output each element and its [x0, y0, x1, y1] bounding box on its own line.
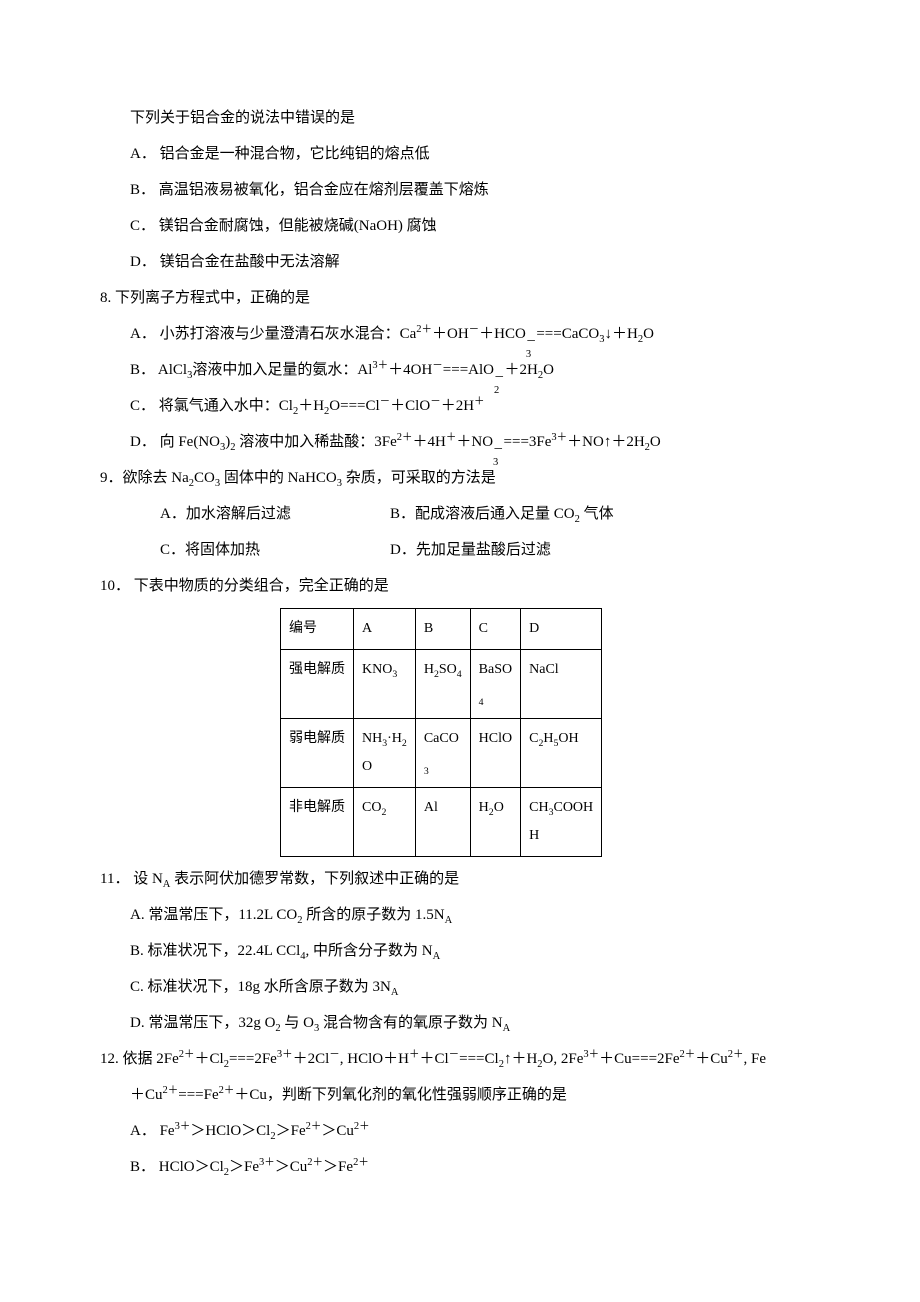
- q10-table: 编号 A B C D 强电解质 KNO3 H2SO4 BaSO4 NaCl 弱电…: [280, 608, 602, 857]
- q9-option-d: D．先加足量盐酸后过滤: [390, 532, 551, 568]
- table-cell: BaSO4: [470, 650, 520, 719]
- q7-stem: 下列关于铝合金的说法中错误的是: [100, 100, 840, 136]
- q7-option-b: B． 高温铝液易被氧化，铝合金应在熔剂层覆盖下熔炼: [100, 172, 840, 208]
- q11-option-b: B. 标准状况下，22.4L CCl4, 中所含分子数为 NA: [100, 933, 840, 969]
- table-cell: NH3·H2O: [354, 719, 416, 788]
- q8-option-a: A． 小苏打溶液与少量澄清石灰水混合：Ca2＋＋OH－＋HCO－3===CaCO…: [100, 316, 840, 352]
- q9-row2: C．将固体加热 D．先加足量盐酸后过滤: [100, 532, 840, 568]
- table-cell: KNO3: [354, 650, 416, 719]
- table-cell: H2SO4: [415, 650, 470, 719]
- q11-stem: 11． 设 NA 表示阿伏加德罗常数，下列叙述中正确的是: [100, 861, 840, 897]
- q7-option-a: A． 铝合金是一种混合物，它比纯铝的熔点低: [100, 136, 840, 172]
- q8-option-b: B． AlCl3溶液中加入足量的氨水：Al3＋＋4OH－===AlO－2＋2H2…: [100, 352, 840, 388]
- table-row: 强电解质 KNO3 H2SO4 BaSO4 NaCl: [281, 650, 602, 719]
- table-cell: H2O: [470, 788, 520, 857]
- q9-option-a: A．加水溶解后过滤: [100, 496, 390, 532]
- q7-option-c: C． 镁铝合金耐腐蚀，但能被烧碱(NaOH) 腐蚀: [100, 208, 840, 244]
- q11-option-d: D. 常温常压下，32g O2 与 O3 混合物含有的氧原子数为 NA: [100, 1005, 840, 1041]
- q12-option-b: B． HClO＞Cl2＞Fe3＋＞Cu2＋＞Fe2＋: [100, 1149, 840, 1185]
- table-cell: Al: [415, 788, 470, 857]
- table-header-cell: C: [470, 609, 520, 650]
- table-cell: CO2: [354, 788, 416, 857]
- q9-option-c: C．将固体加热: [100, 532, 390, 568]
- table-cell: NaCl: [521, 650, 602, 719]
- q11-option-a: A. 常温常压下，11.2L CO2 所含的原子数为 1.5NA: [100, 897, 840, 933]
- q7-option-d: D． 镁铝合金在盐酸中无法溶解: [100, 244, 840, 280]
- table-cell: 弱电解质: [281, 719, 354, 788]
- table-cell: 非电解质: [281, 788, 354, 857]
- q8-stem: 8. 下列离子方程式中，正确的是: [100, 280, 840, 316]
- table-cell: HClO: [470, 719, 520, 788]
- q12-option-a: A． Fe3＋＞HClO＞Cl2＞Fe2＋＞Cu2＋: [100, 1113, 840, 1149]
- q9-option-b: B．配成溶液后通入足量 CO2 气体: [390, 496, 614, 532]
- q12-stem-line2: ＋Cu2＋===Fe2＋＋Cu，判断下列氧化剂的氧化性强弱顺序正确的是: [100, 1077, 840, 1113]
- q10-stem: 10． 下表中物质的分类组合，完全正确的是: [100, 568, 840, 604]
- q9-stem: 9．欲除去 Na2CO3 固体中的 NaHCO3 杂质，可采取的方法是: [100, 460, 840, 496]
- q8-option-c: C． 将氯气通入水中：Cl2＋H2O===Cl－＋ClO－＋2H＋: [100, 388, 840, 424]
- table-cell: C2H5OH: [521, 719, 602, 788]
- q11-option-c: C. 标准状况下，18g 水所含原子数为 3NA: [100, 969, 840, 1005]
- q9-row1: A．加水溶解后过滤 B．配成溶液后通入足量 CO2 气体: [100, 496, 840, 532]
- table-row: 弱电解质 NH3·H2O CaCO3 HClO C2H5OH: [281, 719, 602, 788]
- table-cell: CH3COOHH: [521, 788, 602, 857]
- table-header-cell: 编号: [281, 609, 354, 650]
- table-header-cell: D: [521, 609, 602, 650]
- q8-option-d: D． 向 Fe(NO3)2 溶液中加入稀盐酸：3Fe2＋＋4H＋＋NO－3===…: [100, 424, 840, 460]
- table-header-row: 编号 A B C D: [281, 609, 602, 650]
- table-header-cell: A: [354, 609, 416, 650]
- q12-stem-line1: 12. 依据 2Fe2＋＋Cl2===2Fe3＋＋2Cl－, HClO＋H＋＋C…: [100, 1041, 840, 1077]
- table-cell: CaCO3: [415, 719, 470, 788]
- table-cell: 强电解质: [281, 650, 354, 719]
- table-row: 非电解质 CO2 Al H2O CH3COOHH: [281, 788, 602, 857]
- table-header-cell: B: [415, 609, 470, 650]
